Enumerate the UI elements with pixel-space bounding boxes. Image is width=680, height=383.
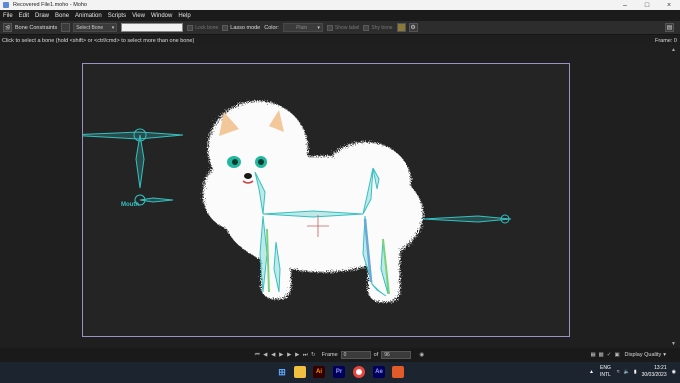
color-label: Color:	[264, 24, 279, 31]
shy-bone-label: Shy bone	[371, 24, 393, 31]
frame-readout: Frame: 0	[654, 37, 677, 44]
playback-bar: ⏮ ◀ ◀ ▶ ▶ ▶ ⏭ ↻ Frame 0 of 96 ◉ ▦ ▩ ✓ ▣ …	[0, 348, 680, 362]
chrome-icon[interactable]	[353, 366, 365, 378]
total-frames-input[interactable]: 96	[381, 351, 412, 359]
battery-icon[interactable]: ▮	[634, 369, 637, 375]
menu-draw[interactable]: Draw	[35, 13, 49, 19]
prev-key-icon[interactable]: ◀	[270, 352, 277, 359]
book-icon[interactable]: ▤	[665, 23, 674, 32]
hint-bar: Click to select a bone (hold <shift> or …	[0, 35, 680, 46]
show-label-checkbox[interactable]	[326, 24, 333, 31]
close-icon[interactable]: ×	[658, 2, 680, 9]
bone-color-icon[interactable]	[396, 23, 406, 32]
grid-icon[interactable]: ▦	[590, 352, 597, 359]
frame-input[interactable]: 0	[340, 351, 371, 359]
quality-icon[interactable]: ▣	[614, 352, 621, 359]
moho-icon[interactable]	[392, 366, 404, 378]
window-title: Recovered File1.moho - Moho	[13, 2, 87, 8]
clock-date: 30/03/2023	[641, 372, 667, 378]
maximize-icon[interactable]: □	[636, 2, 658, 9]
clock[interactable]: 13:21 30/03/2023	[642, 365, 667, 379]
chevron-down-icon[interactable]: ▾	[663, 352, 666, 358]
step-forward-icon[interactable]: ▶	[294, 352, 301, 359]
minimize-icon[interactable]: –	[614, 2, 636, 9]
language-indicator[interactable]: ENG INTL	[600, 365, 611, 379]
menu-help[interactable]: Help	[178, 13, 190, 19]
select-bone-value: Select Bone	[76, 24, 104, 31]
app-icon	[3, 2, 9, 8]
control-bone-right	[422, 215, 512, 223]
options-icon[interactable]: ⚙	[408, 23, 418, 32]
canvas-viewport[interactable]: Mouth ▲ ▼	[0, 46, 680, 348]
lasso-mode-label: Lasso mode	[230, 24, 261, 31]
constraints-toggle-icon[interactable]	[61, 23, 71, 32]
bone-tool-icon[interactable]: ⊴	[3, 23, 12, 32]
of-label: of	[373, 352, 379, 358]
next-key-icon[interactable]: ▶	[286, 352, 293, 359]
hint-text: Click to select a bone (hold <shift> or …	[2, 37, 195, 44]
rewind-icon[interactable]: ⏮	[254, 352, 261, 359]
select-bone-dropdown[interactable]: Select Bone ▾	[73, 23, 118, 32]
color-dropdown[interactable]: Plain ▾	[282, 23, 323, 32]
illustrator-icon[interactable]: Ai	[313, 366, 325, 378]
wifi-icon[interactable]: ≈	[617, 369, 620, 375]
lasso-mode-checkbox[interactable]	[222, 24, 229, 31]
clock-time: 13:21	[654, 365, 667, 371]
start-icon[interactable]: ⊞	[276, 366, 288, 378]
premiere-icon[interactable]: Pr	[333, 366, 345, 378]
frame-label: Frame	[321, 352, 338, 358]
tool-options-bar: ⊴ Bone Constraints Select Bone ▾ Lock bo…	[0, 21, 680, 35]
notification-icon[interactable]: ◉	[672, 369, 676, 375]
system-tray: ▲ ENG INTL ≈ 🔈 ▮ 13:21 30/03/2023 ◉	[589, 365, 676, 379]
display-quality-button[interactable]: Display Quality	[625, 352, 662, 358]
scroll-up-icon[interactable]: ▲	[671, 47, 676, 53]
step-back-icon[interactable]: ◀	[262, 352, 269, 359]
shy-bone-checkbox[interactable]	[363, 24, 370, 31]
color-value: Plain	[296, 24, 308, 31]
menu-bone[interactable]: Bone	[55, 13, 69, 19]
check-icon[interactable]: ✓	[606, 352, 613, 359]
show-label-label: Show label	[334, 24, 360, 31]
loop-icon[interactable]: ↻	[310, 352, 317, 359]
mouth-bone-label: Mouth	[121, 202, 139, 208]
volume-icon[interactable]: 🔈	[624, 369, 630, 375]
control-bone-left	[83, 131, 184, 140]
lang-primary: ENG	[600, 365, 611, 371]
vertical-scrollbar[interactable]: ▲ ▼	[671, 46, 677, 348]
fill-icon[interactable]: ▩	[598, 352, 605, 359]
after-effects-icon[interactable]: Ae	[373, 366, 385, 378]
stage-frame[interactable]: Mouth	[82, 63, 570, 337]
audio-icon[interactable]: ◉	[418, 352, 425, 359]
title-bar: Recovered File1.moho - Moho – □ ×	[0, 0, 680, 10]
chevron-up-icon[interactable]: ▲	[589, 369, 594, 375]
menu-scripts[interactable]: Scripts	[108, 13, 126, 19]
lang-secondary: INTL	[600, 372, 611, 378]
menu-edit[interactable]: Edit	[19, 13, 29, 19]
menu-bar: File Edit Draw Bone Animation Scripts Vi…	[0, 10, 680, 21]
lock-bone-label: Lock bone	[195, 24, 219, 31]
nose	[244, 173, 252, 179]
lock-bone-checkbox[interactable]	[187, 24, 194, 31]
fast-forward-icon[interactable]: ⏭	[302, 352, 309, 359]
menu-animation[interactable]: Animation	[75, 13, 102, 19]
scene-svg: Mouth	[83, 101, 512, 302]
menu-window[interactable]: Window	[151, 13, 172, 19]
menu-file[interactable]: File	[3, 13, 13, 19]
vertical-bone	[135, 134, 145, 189]
play-icon[interactable]: ▶	[278, 352, 285, 359]
chevron-down-icon: ▾	[111, 24, 115, 31]
chevron-down-icon: ▾	[317, 24, 320, 31]
file-explorer-icon[interactable]	[294, 366, 306, 378]
dog-character[interactable]	[203, 101, 423, 302]
menu-view[interactable]: View	[132, 13, 145, 19]
scroll-down-icon[interactable]: ▼	[671, 341, 676, 347]
bone-constraints-button[interactable]: Bone Constraints	[15, 25, 57, 31]
bone-name-field[interactable]	[121, 23, 184, 32]
os-taskbar: ⊞ Ai Pr Ae ▲ ENG INTL ≈ 🔈 ▮ 13:21 30/03/…	[0, 362, 680, 383]
